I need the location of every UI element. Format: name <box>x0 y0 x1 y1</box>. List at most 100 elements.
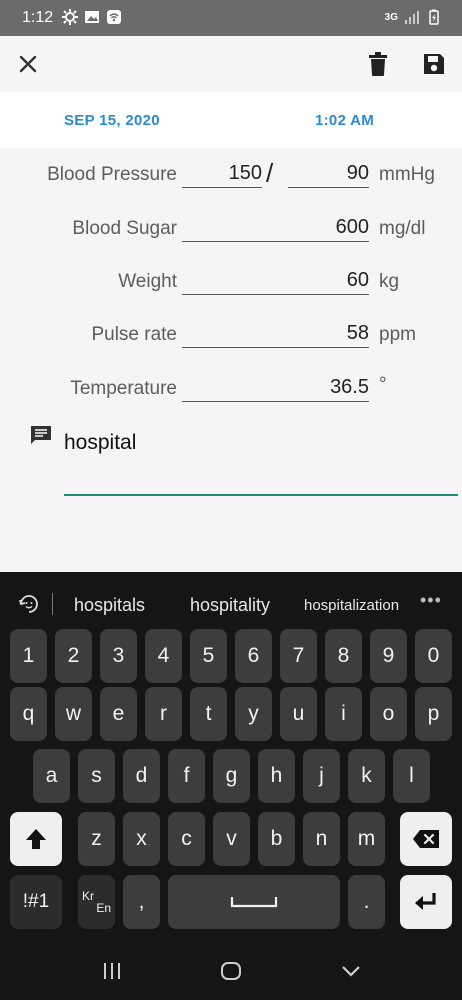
key-t[interactable]: t <box>190 687 227 741</box>
key-7[interactable]: 7 <box>280 629 317 683</box>
key-3[interactable]: 3 <box>100 629 137 683</box>
key-8[interactable]: 8 <box>325 629 362 683</box>
key-m[interactable]: m <box>348 812 385 866</box>
recents-icon[interactable] <box>101 960 123 982</box>
gallery-icon <box>85 11 99 23</box>
symbols-key[interactable]: !#1 <box>10 875 62 929</box>
key-g[interactable]: g <box>213 749 250 803</box>
key-c[interactable]: c <box>168 812 205 866</box>
app-bar <box>0 36 462 92</box>
status-bar: 1:12 3G <box>0 0 462 36</box>
key-w[interactable]: w <box>55 687 92 741</box>
temperature-label: Temperature <box>70 378 177 399</box>
shift-arrow-icon <box>26 829 46 849</box>
space-key[interactable] <box>168 875 340 929</box>
backspace-icon <box>413 830 439 848</box>
enter-icon <box>415 893 436 910</box>
network-type-label: 3G <box>384 11 398 23</box>
temperature-unit: ° <box>379 374 387 395</box>
key-9[interactable]: 9 <box>370 629 407 683</box>
key-k[interactable]: k <box>348 749 385 803</box>
blood-sugar-value: 600 <box>335 216 369 238</box>
date-picker[interactable]: SEP 15, 2020 <box>64 112 160 129</box>
keyboard: hospitals hospitality hospitalization ••… <box>0 572 462 940</box>
settings-icon <box>62 9 78 25</box>
key-u[interactable]: u <box>280 687 317 741</box>
key-y[interactable]: y <box>235 687 272 741</box>
suggestion-2[interactable]: hospitality <box>190 595 270 616</box>
pulse-unit: ppm <box>379 324 416 345</box>
key-r[interactable]: r <box>145 687 182 741</box>
key-v[interactable]: v <box>213 812 250 866</box>
enter-key[interactable] <box>400 875 452 929</box>
blood-sugar-label: Blood Sugar <box>72 218 177 239</box>
wifi-box-icon <box>107 10 121 24</box>
key-6[interactable]: 6 <box>235 629 272 683</box>
key-p[interactable]: p <box>415 687 452 741</box>
key-e[interactable]: e <box>100 687 137 741</box>
space-bar-icon <box>230 897 278 908</box>
temperature-field[interactable]: 36.5 <box>182 370 369 402</box>
key-b[interactable]: b <box>258 812 295 866</box>
key-n[interactable]: n <box>303 812 340 866</box>
suggestion-1[interactable]: hospitals <box>74 595 145 616</box>
key-1[interactable]: 1 <box>10 629 47 683</box>
language-key[interactable]: Kr En <box>78 875 115 929</box>
key-d[interactable]: d <box>123 749 160 803</box>
shift-key[interactable] <box>10 812 62 866</box>
diastolic-value: 90 <box>346 162 369 184</box>
more-suggestions-button[interactable]: ••• <box>420 590 442 611</box>
home-icon[interactable] <box>220 960 242 982</box>
key-x[interactable]: x <box>123 812 160 866</box>
weight-field[interactable]: 60 <box>182 263 369 295</box>
key-j[interactable]: j <box>303 749 340 803</box>
back-chevron-icon[interactable] <box>340 960 362 982</box>
key-o[interactable]: o <box>370 687 407 741</box>
weight-unit: kg <box>379 271 400 292</box>
pulse-field[interactable]: 58 <box>182 316 369 348</box>
backspace-key[interactable] <box>400 812 452 866</box>
suggestion-3[interactable]: hospitalization <box>304 597 399 614</box>
key-4[interactable]: 4 <box>145 629 182 683</box>
key-i[interactable]: i <box>325 687 362 741</box>
pulse-value: 58 <box>346 322 369 344</box>
comment-icon <box>31 426 51 444</box>
key-l[interactable]: l <box>393 749 430 803</box>
temperature-value: 36.5 <box>330 376 369 398</box>
lang-key-top-label: Kr <box>82 889 94 903</box>
key-5[interactable]: 5 <box>190 629 227 683</box>
suggestion-divider <box>52 593 53 615</box>
datetime-row: SEP 15, 2020 1:02 AM <box>0 92 462 148</box>
key-q[interactable]: q <box>10 687 47 741</box>
trash-icon[interactable] <box>366 50 390 78</box>
blood-pressure-row: Blood Pressure 150 / 90 mmHg <box>0 156 462 196</box>
pulse-label: Pulse rate <box>91 324 177 345</box>
signal-icon <box>405 11 419 24</box>
blood-pressure-unit: mmHg <box>379 164 435 185</box>
key-a[interactable]: a <box>33 749 70 803</box>
save-icon[interactable] <box>420 50 448 78</box>
key-h[interactable]: h <box>258 749 295 803</box>
temperature-row: Temperature 36.5 ° <box>0 370 462 410</box>
comma-key[interactable]: , <box>123 875 160 929</box>
status-time: 1:12 <box>22 9 54 26</box>
close-icon[interactable] <box>14 50 42 78</box>
pulse-row: Pulse rate 58 ppm <box>0 316 462 356</box>
time-picker[interactable]: 1:02 AM <box>315 112 374 129</box>
key-f[interactable]: f <box>168 749 205 803</box>
period-key[interactable]: . <box>348 875 385 929</box>
systolic-field[interactable]: 150 <box>182 156 262 188</box>
bp-separator: / <box>266 158 274 188</box>
key-z[interactable]: z <box>78 812 115 866</box>
note-input[interactable]: hospital <box>64 431 136 455</box>
key-2[interactable]: 2 <box>55 629 92 683</box>
battery-charging-icon <box>429 9 439 25</box>
system-nav-bar <box>0 940 462 1000</box>
blood-sugar-field[interactable]: 600 <box>182 210 369 242</box>
key-s[interactable]: s <box>78 749 115 803</box>
diastolic-field[interactable]: 90 <box>288 156 369 188</box>
weight-row: Weight 60 kg <box>0 263 462 303</box>
refresh-face-icon[interactable] <box>16 591 42 617</box>
lang-key-bottom-label: En <box>96 901 111 915</box>
key-0[interactable]: 0 <box>415 629 452 683</box>
